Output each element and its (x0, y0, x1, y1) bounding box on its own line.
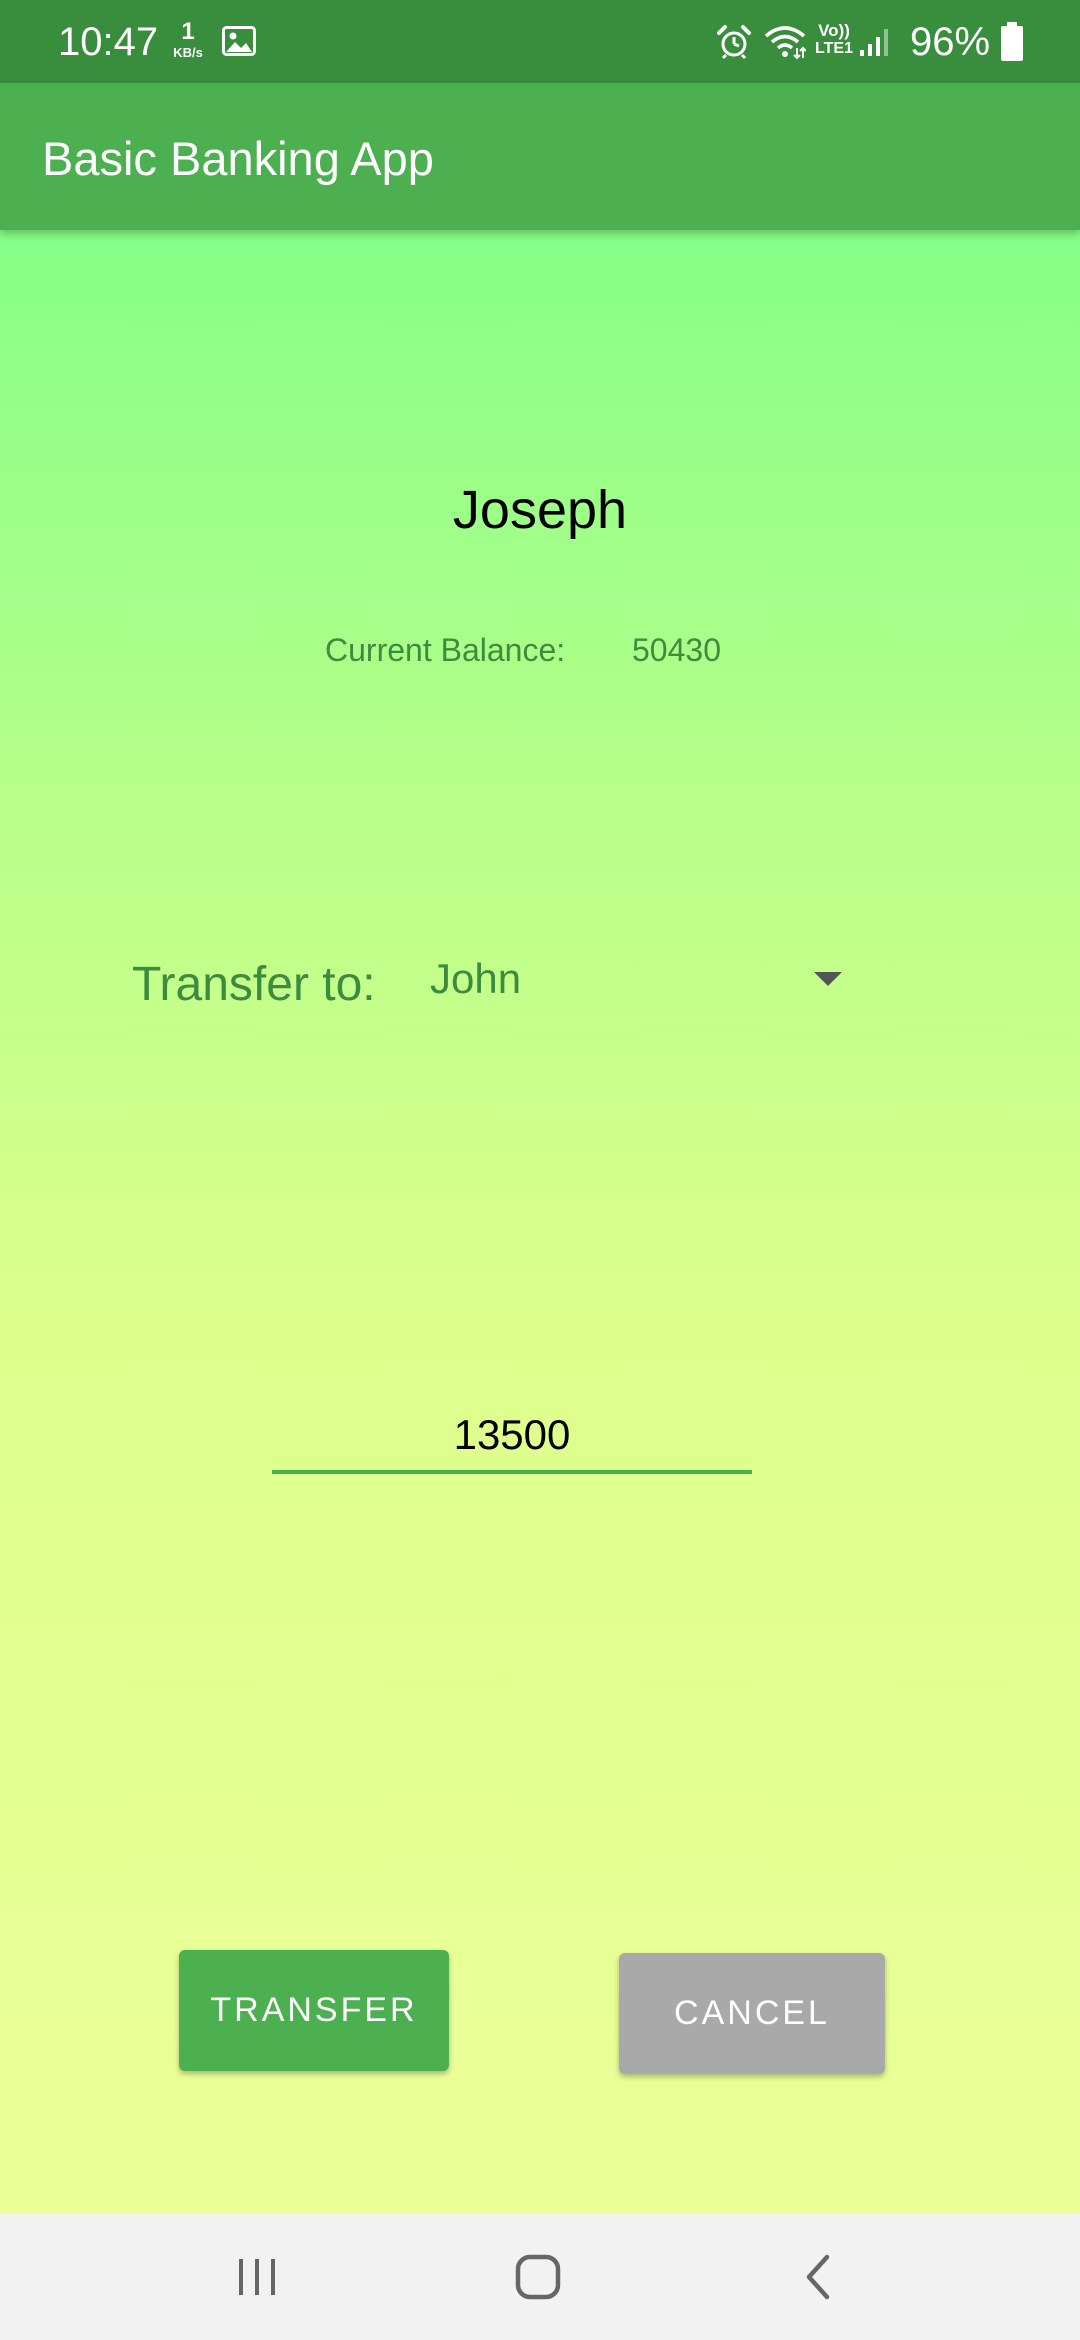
cancel-button[interactable]: CANCEL (619, 1953, 885, 2074)
signal-icon (860, 29, 888, 56)
home-button[interactable] (478, 2214, 598, 2340)
recent-apps-icon (239, 2259, 275, 2295)
back-icon (806, 2254, 830, 2300)
battery-percent: 96% (910, 20, 991, 64)
network-speed-unit: KB/s (173, 45, 203, 60)
wifi-icon (764, 26, 806, 60)
transfer-button[interactable]: TRANSFER (179, 1950, 449, 2071)
gallery-icon (222, 26, 256, 56)
alarm-icon (717, 25, 751, 60)
volte-label-top: Vo)) (818, 21, 850, 40)
status-bar: 10:47 1 KB/s Vo)) LTE1 96% (0, 0, 1080, 83)
transfer-form: Joseph Current Balance: 50430 Transfer t… (0, 230, 1080, 2214)
volte-icon: Vo)) LTE1 (812, 22, 856, 57)
home-icon (515, 2254, 561, 2300)
balance-value: 50430 (632, 632, 721, 668)
recent-apps-button[interactable] (197, 2214, 317, 2340)
volte-label-bottom: LTE1 (815, 40, 853, 57)
battery-icon (1001, 22, 1023, 61)
recipient-selected-value: John (430, 955, 522, 1002)
app-bar: Basic Banking App (0, 83, 1080, 230)
transfer-to-label: Transfer to: (132, 958, 376, 1011)
amount-input[interactable] (272, 1400, 752, 1474)
dropdown-arrow-icon (814, 972, 842, 986)
status-time: 10:47 (58, 20, 159, 64)
screen: 10:47 1 KB/s Vo)) LTE1 96% Basic Banking… (0, 0, 1080, 2340)
account-holder-name: Joseph (452, 480, 628, 540)
back-button[interactable] (758, 2214, 878, 2340)
balance-label: Current Balance: (325, 632, 566, 668)
navigation-bar (0, 2214, 1080, 2340)
app-title: Basic Banking App (42, 132, 434, 185)
network-speed-value: 1 (181, 18, 195, 45)
recipient-dropdown[interactable]: John (420, 942, 850, 1022)
network-speed: 1 KB/s (168, 18, 208, 60)
